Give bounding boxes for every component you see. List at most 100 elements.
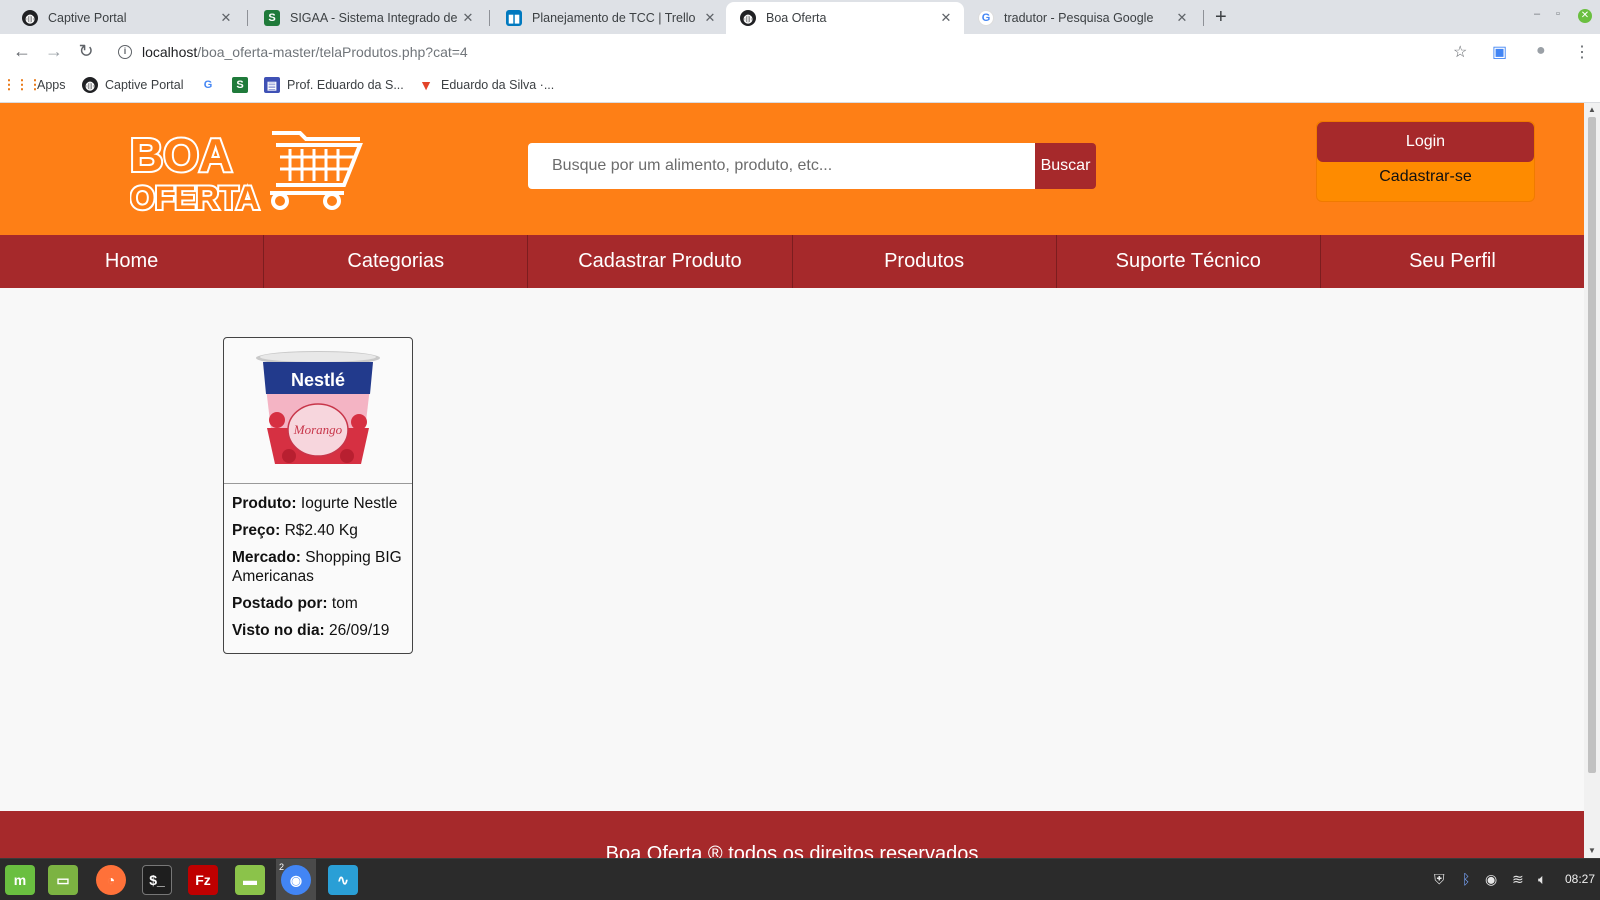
- bookmark-page-icon: ▤: [264, 77, 280, 93]
- reload-icon[interactable]: ↻: [75, 41, 97, 62]
- field-label: Produto:: [232, 495, 297, 512]
- show-desktop-icon[interactable]: ▭: [48, 865, 78, 895]
- product-image-brand: Nestlé: [291, 370, 345, 390]
- forward-arrow-icon[interactable]: →: [43, 41, 65, 62]
- product-seen-date: 26/09/19: [329, 622, 390, 639]
- close-icon[interactable]: ✕: [702, 10, 718, 26]
- nav-cadastrar-produto[interactable]: Cadastrar Produto: [528, 235, 793, 288]
- close-icon[interactable]: ✕: [460, 10, 476, 26]
- wifi-icon[interactable]: ≋: [1512, 871, 1524, 888]
- tab-sigaa[interactable]: S SIGAA - Sistema Integrado de G ✕: [250, 2, 486, 34]
- site-footer: Boa Oferta ® todos os direitos reservado…: [0, 811, 1584, 858]
- linux-mint-menu-icon[interactable]: m: [5, 865, 35, 895]
- boa-oferta-logo[interactable]: BOA OFERTA: [128, 127, 370, 218]
- tab-google-search[interactable]: G tradutor - Pesquisa Google ✕: [964, 2, 1200, 34]
- globe-icon: ◍: [82, 77, 98, 93]
- product-poster-row: Postado por: tom: [232, 594, 410, 613]
- yogurt-cup-image: Nestlé Morango: [256, 350, 380, 464]
- apps-grid-icon: ⋮⋮⋮: [2, 77, 42, 92]
- gitlab-icon: ▼: [419, 77, 433, 93]
- nav-produtos[interactable]: Produtos: [793, 235, 1057, 288]
- tab-boa-oferta[interactable]: ◍ Boa Oferta ✕: [726, 2, 964, 34]
- field-label: Mercado:: [232, 549, 301, 566]
- shield-icon[interactable]: ⛨: [1434, 871, 1445, 888]
- main-nav: Home Categorias Cadastrar Produto Produt…: [0, 235, 1584, 288]
- bluetooth-icon[interactable]: ᛒ: [1462, 871, 1470, 887]
- close-icon[interactable]: ✕: [938, 10, 954, 26]
- logo-text-boa: BOA: [130, 129, 232, 181]
- menu-kebab-icon[interactable]: ⋮: [1574, 42, 1590, 62]
- tab-separator: [247, 10, 248, 26]
- system-monitor-icon[interactable]: ∿: [328, 865, 358, 895]
- product-seen-date-row: Visto no dia: 26/09/19: [232, 621, 410, 640]
- chrome-icon[interactable]: ◉: [281, 865, 311, 895]
- minimize-icon[interactable]: –: [1534, 8, 1540, 20]
- bookmark-star-icon[interactable]: ☆: [1453, 42, 1467, 62]
- search-input[interactable]: [528, 143, 1035, 189]
- clock[interactable]: 08:27: [1565, 872, 1595, 886]
- redshift-eye-icon[interactable]: ◉: [1485, 871, 1497, 888]
- field-label: Visto no dia:: [232, 622, 325, 639]
- bookmark-google[interactable]: G: [200, 77, 223, 93]
- chrome-window-count: 2: [279, 862, 285, 872]
- maximize-icon[interactable]: ▫: [1556, 8, 1560, 20]
- url-host: localhost: [142, 44, 198, 60]
- nav-seu-perfil[interactable]: Seu Perfil: [1321, 235, 1584, 288]
- bookmark-prof-eduardo[interactable]: ▤ Prof. Eduardo da S...: [264, 77, 404, 93]
- tab-title: Boa Oferta: [766, 11, 827, 25]
- tab-captive-portal[interactable]: ◍ Captive Portal ✕: [8, 2, 244, 34]
- filezilla-icon[interactable]: Fz: [188, 865, 218, 895]
- tab-title: SIGAA - Sistema Integrado de G: [290, 11, 460, 25]
- address-bar[interactable]: i localhost/boa_oferta-master/telaProdut…: [110, 38, 1486, 66]
- translate-icon[interactable]: ▣: [1492, 42, 1507, 62]
- product-image-flavor: Morango: [293, 422, 343, 437]
- site-header: BOA OFERTA Buscar Login Cadastrar-se: [0, 103, 1584, 235]
- url-path: /boa_oferta-master/telaProdutos.php?cat=…: [197, 44, 468, 60]
- trello-icon: ▮▮: [506, 10, 522, 26]
- tab-title: Planejamento de TCC | Trello: [532, 11, 696, 25]
- nav-home[interactable]: Home: [0, 235, 265, 288]
- new-tab-button[interactable]: +: [1215, 6, 1227, 29]
- profile-avatar-icon[interactable]: ●: [1536, 42, 1546, 60]
- tab-separator: [489, 10, 490, 26]
- product-price: R$2.40 Kg: [284, 522, 358, 539]
- browser-toolbar: ← → ↻ i localhost/boa_oferta-master/tela…: [0, 34, 1600, 70]
- search-button[interactable]: Buscar: [1035, 143, 1096, 189]
- bookmark-eduardo-gitlab[interactable]: ▼ Eduardo da Silva ·...: [418, 77, 554, 93]
- product-market-row: Mercado: Shopping BIG Americanas: [232, 548, 410, 586]
- tab-trello[interactable]: ▮▮ Planejamento de TCC | Trello ✕: [492, 2, 728, 34]
- site-info-icon[interactable]: i: [118, 45, 132, 59]
- product-name-row: Produto: Iogurte Nestle: [232, 494, 410, 513]
- bookmark-captive-portal[interactable]: ◍ Captive Portal: [82, 77, 184, 93]
- product-name: Iogurte Nestle: [300, 495, 398, 512]
- close-icon[interactable]: ✕: [1174, 10, 1190, 26]
- globe-icon: ◍: [22, 10, 38, 26]
- field-label: Preço:: [232, 522, 281, 539]
- bookmark-apps[interactable]: ⋮⋮⋮ Apps: [2, 77, 66, 93]
- signup-button[interactable]: Cadastrar-se: [1317, 162, 1534, 192]
- window-close-icon[interactable]: ✕: [1578, 9, 1592, 23]
- scrollbar-thumb[interactable]: [1588, 117, 1596, 773]
- volume-icon[interactable]: 🔈︎: [1538, 871, 1546, 888]
- footer-copyright: Boa Oferta ® todos os direitos reservado…: [605, 843, 979, 858]
- back-arrow-icon[interactable]: ←: [11, 41, 33, 62]
- tab-separator: [1203, 10, 1204, 26]
- scroll-up-arrow-icon[interactable]: ▲: [1588, 105, 1596, 114]
- firefox-icon[interactable]: ◔: [96, 865, 126, 895]
- nav-categorias[interactable]: Categorias: [264, 235, 529, 288]
- close-icon[interactable]: ✕: [218, 10, 234, 26]
- google-icon: G: [203, 79, 213, 91]
- bookmark-sigaa[interactable]: S: [232, 77, 255, 93]
- files-folder-icon[interactable]: ▬: [235, 865, 265, 895]
- logo-text-oferta: OFERTA: [130, 180, 259, 213]
- nav-suporte-tecnico[interactable]: Suporte Técnico: [1057, 235, 1321, 288]
- scroll-down-arrow-icon[interactable]: ▼: [1588, 846, 1596, 855]
- bookmark-label: Prof. Eduardo da S...: [287, 78, 404, 92]
- login-button[interactable]: Login: [1317, 122, 1534, 162]
- terminal-icon[interactable]: $_: [142, 865, 172, 895]
- field-label: Postado por:: [232, 595, 328, 612]
- product-poster: tom: [331, 595, 358, 612]
- page-scrollbar[interactable]: ▲ ▼: [1584, 103, 1600, 858]
- product-card[interactable]: Nestlé Morango Produto: Iogurte Nestle P…: [223, 337, 413, 654]
- google-icon: G: [978, 10, 994, 26]
